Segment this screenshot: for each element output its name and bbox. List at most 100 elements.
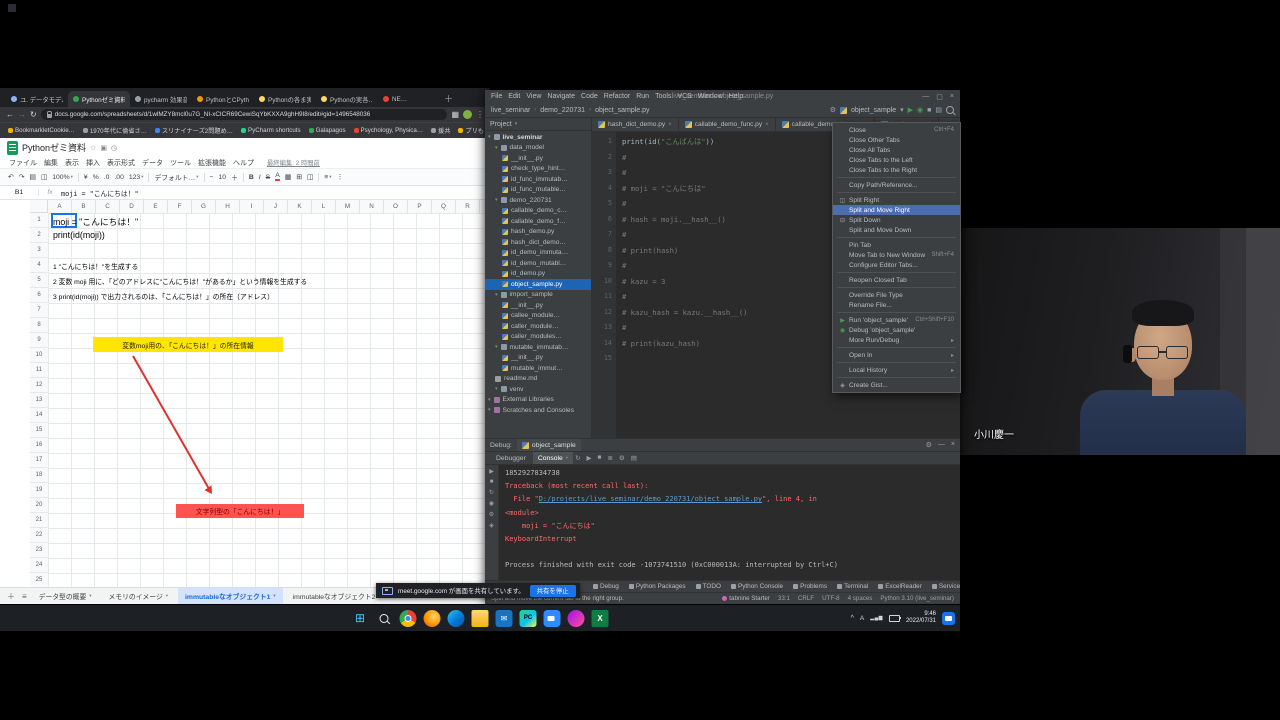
taskbar-clock[interactable]: 9:46 2022/07/31 bbox=[906, 611, 936, 625]
close-tab-icon[interactable]: × bbox=[668, 122, 672, 128]
taskbar-icon-messenger[interactable] bbox=[568, 610, 585, 627]
column-header[interactable]: O bbox=[384, 200, 408, 213]
row-header[interactable]: 23 bbox=[30, 543, 48, 558]
back-button[interactable]: ← bbox=[6, 111, 14, 119]
row-header[interactable]: 19 bbox=[30, 483, 48, 498]
context-menu-item[interactable]: Move Tab to New WindowShift+F4 bbox=[833, 250, 960, 260]
sheets-toolbar-button[interactable]: .00 bbox=[114, 174, 123, 181]
project-item[interactable]: ▾External Libraries bbox=[485, 395, 591, 406]
debug-button[interactable]: ◉ bbox=[917, 106, 923, 114]
context-menu-item[interactable]: Split and Move Right bbox=[833, 205, 960, 215]
bookmark-item[interactable]: Galapagos bbox=[309, 127, 346, 134]
sheets-toolbar-button[interactable]: 10 bbox=[219, 174, 227, 181]
project-item[interactable]: hash_dict_demo… bbox=[485, 237, 591, 248]
row-header[interactable]: 6 bbox=[30, 288, 48, 303]
sheets-toolbar-button[interactable]: ◫ bbox=[307, 173, 313, 181]
stop-button[interactable]: ■ bbox=[927, 107, 931, 114]
sheets-toolbar-button[interactable]: ◫ bbox=[41, 173, 47, 181]
run-config-name[interactable]: object_sample bbox=[851, 107, 896, 114]
stacktrace-link[interactable]: D:/projects/live_seminar/demo_220731/obj… bbox=[539, 495, 762, 503]
row-header[interactable]: 22 bbox=[30, 528, 48, 543]
sheets-toolbar-button[interactable]: 123▾ bbox=[129, 174, 144, 181]
sheets-toolbar-button[interactable]: ⊞ bbox=[296, 173, 302, 181]
taskbar-icon-pycharm[interactable]: PC bbox=[520, 610, 537, 627]
pycharm-menu-tools[interactable]: Tools bbox=[655, 93, 671, 100]
project-item[interactable]: callable_demo_c… bbox=[485, 206, 591, 217]
row-header[interactable]: 13 bbox=[30, 393, 48, 408]
context-menu-item[interactable]: Close Tabs to the Right bbox=[833, 165, 960, 175]
row-header[interactable]: 1 bbox=[30, 213, 48, 228]
bookmark-item[interactable]: 1970年代に倫省さ… bbox=[83, 126, 147, 135]
sheets-menu-item[interactable]: 表示 bbox=[65, 158, 79, 168]
context-menu-item[interactable]: Rename File... bbox=[833, 300, 960, 310]
column-header[interactable]: J bbox=[264, 200, 288, 213]
battery-icon[interactable] bbox=[889, 615, 900, 622]
tool-window-button[interactable]: Debug bbox=[593, 583, 619, 590]
tool-window-button[interactable]: TODO bbox=[696, 583, 721, 590]
mute-icon[interactable]: ≣ bbox=[607, 454, 612, 462]
status-item[interactable]: Python 3.10 (live_seminar) bbox=[880, 595, 954, 602]
tool-window-button[interactable]: Terminal bbox=[837, 583, 868, 590]
row-header[interactable]: 2 bbox=[30, 228, 48, 243]
editor-tab[interactable]: hash_dict_demo.py× bbox=[592, 118, 679, 131]
column-header[interactable]: F bbox=[168, 200, 192, 213]
context-menu-item[interactable]: More Run/Debug▸ bbox=[833, 335, 960, 345]
red-note-box[interactable]: 文字列型の「こんにちは！」 bbox=[176, 504, 304, 518]
address-bar[interactable]: docs.google.com/spreadsheets/d/1wlMZY8mc… bbox=[41, 109, 448, 120]
bookmark-item[interactable]: Psychology, Physica… bbox=[354, 127, 423, 134]
sheets-toolbar-button[interactable]: ↷ bbox=[19, 173, 25, 181]
pycharm-menu-window[interactable]: Window bbox=[698, 93, 723, 100]
row-header[interactable]: 9 bbox=[30, 333, 48, 348]
debug-pane-tab[interactable]: Console▾ bbox=[533, 452, 573, 464]
stop-icon[interactable]: ■ bbox=[490, 479, 494, 485]
row-header[interactable]: 4 bbox=[30, 258, 48, 273]
breadcrumb-item[interactable]: live_seminar bbox=[491, 107, 530, 114]
bookmark-item[interactable]: スリナイナーズ2問題め… bbox=[155, 126, 233, 135]
resume-icon[interactable]: ▶ bbox=[587, 454, 592, 462]
pycharm-menu-refactor[interactable]: Refactor bbox=[604, 93, 630, 100]
sheets-toolbar-button[interactable]: ▤ bbox=[29, 173, 35, 181]
close-icon[interactable]: × bbox=[950, 93, 954, 101]
browser-tab[interactable]: NE… bbox=[378, 91, 440, 107]
sheets-toolbar-button[interactable]: ＋ bbox=[231, 172, 238, 182]
project-item[interactable]: caller_module… bbox=[485, 321, 591, 332]
browser-tab[interactable]: ユ. データモデル… bbox=[6, 91, 68, 107]
row-header[interactable]: 18 bbox=[30, 468, 48, 483]
context-menu-item[interactable]: ▶Run 'object_sample'Ctrl+Shift+F10 bbox=[833, 315, 960, 325]
context-menu-item[interactable]: Configure Editor Tabs... bbox=[833, 260, 960, 270]
close-panel-icon[interactable]: × bbox=[951, 441, 955, 449]
sheet-tab[interactable]: データ型の概要▾ bbox=[32, 588, 99, 604]
sheet-tab[interactable]: メモリのイメージ▾ bbox=[102, 588, 176, 604]
sheets-toolbar-button[interactable]: S bbox=[266, 174, 271, 181]
network-signal-icon[interactable]: ▂▄▆ bbox=[870, 615, 883, 621]
project-item[interactable]: caller_modules… bbox=[485, 332, 591, 343]
bookmark-item[interactable]: プリも bbox=[458, 126, 484, 135]
sheets-menu-item[interactable]: 拡張機能 bbox=[198, 158, 226, 168]
context-menu-item[interactable]: ⊟Split Down bbox=[833, 215, 960, 225]
row-header[interactable]: 21 bbox=[30, 513, 48, 528]
column-header[interactable]: M bbox=[336, 200, 360, 213]
debug-pane-tab[interactable]: Debugger bbox=[491, 452, 531, 464]
context-menu-item[interactable]: Split and Move Down bbox=[833, 225, 960, 235]
bookmark-item[interactable]: PyCharm shortcuts bbox=[241, 127, 301, 134]
profile-avatar[interactable] bbox=[463, 110, 472, 119]
project-item[interactable]: readme.md bbox=[485, 374, 591, 385]
project-item[interactable]: ▾live_seminar bbox=[485, 132, 591, 143]
stop-icon[interactable]: ■ bbox=[598, 454, 602, 462]
status-item[interactable]: CRLF bbox=[798, 595, 814, 602]
project-item[interactable]: check_type_hint… bbox=[485, 164, 591, 175]
project-item[interactable]: callee_module… bbox=[485, 311, 591, 322]
row-header[interactable]: 24 bbox=[30, 558, 48, 573]
pycharm-menu-run[interactable]: Run bbox=[636, 93, 649, 100]
run-button[interactable]: ▶ bbox=[908, 106, 913, 114]
taskbar-icon-mail[interactable]: ✉ bbox=[496, 610, 513, 627]
column-header[interactable]: I bbox=[240, 200, 264, 213]
project-item[interactable]: __init__.py bbox=[485, 153, 591, 164]
context-menu-item[interactable]: Local History▸ bbox=[833, 365, 960, 375]
project-item[interactable]: __init__.py bbox=[485, 300, 591, 311]
sheets-toolbar-button[interactable]: ⋮ bbox=[337, 173, 344, 181]
project-item[interactable]: ▾mutable_immutab… bbox=[485, 342, 591, 353]
sheets-toolbar-button[interactable]: ▦ bbox=[285, 173, 291, 181]
context-menu-item[interactable]: Override File Type bbox=[833, 290, 960, 300]
star-icon[interactable]: ☆ bbox=[90, 144, 96, 152]
